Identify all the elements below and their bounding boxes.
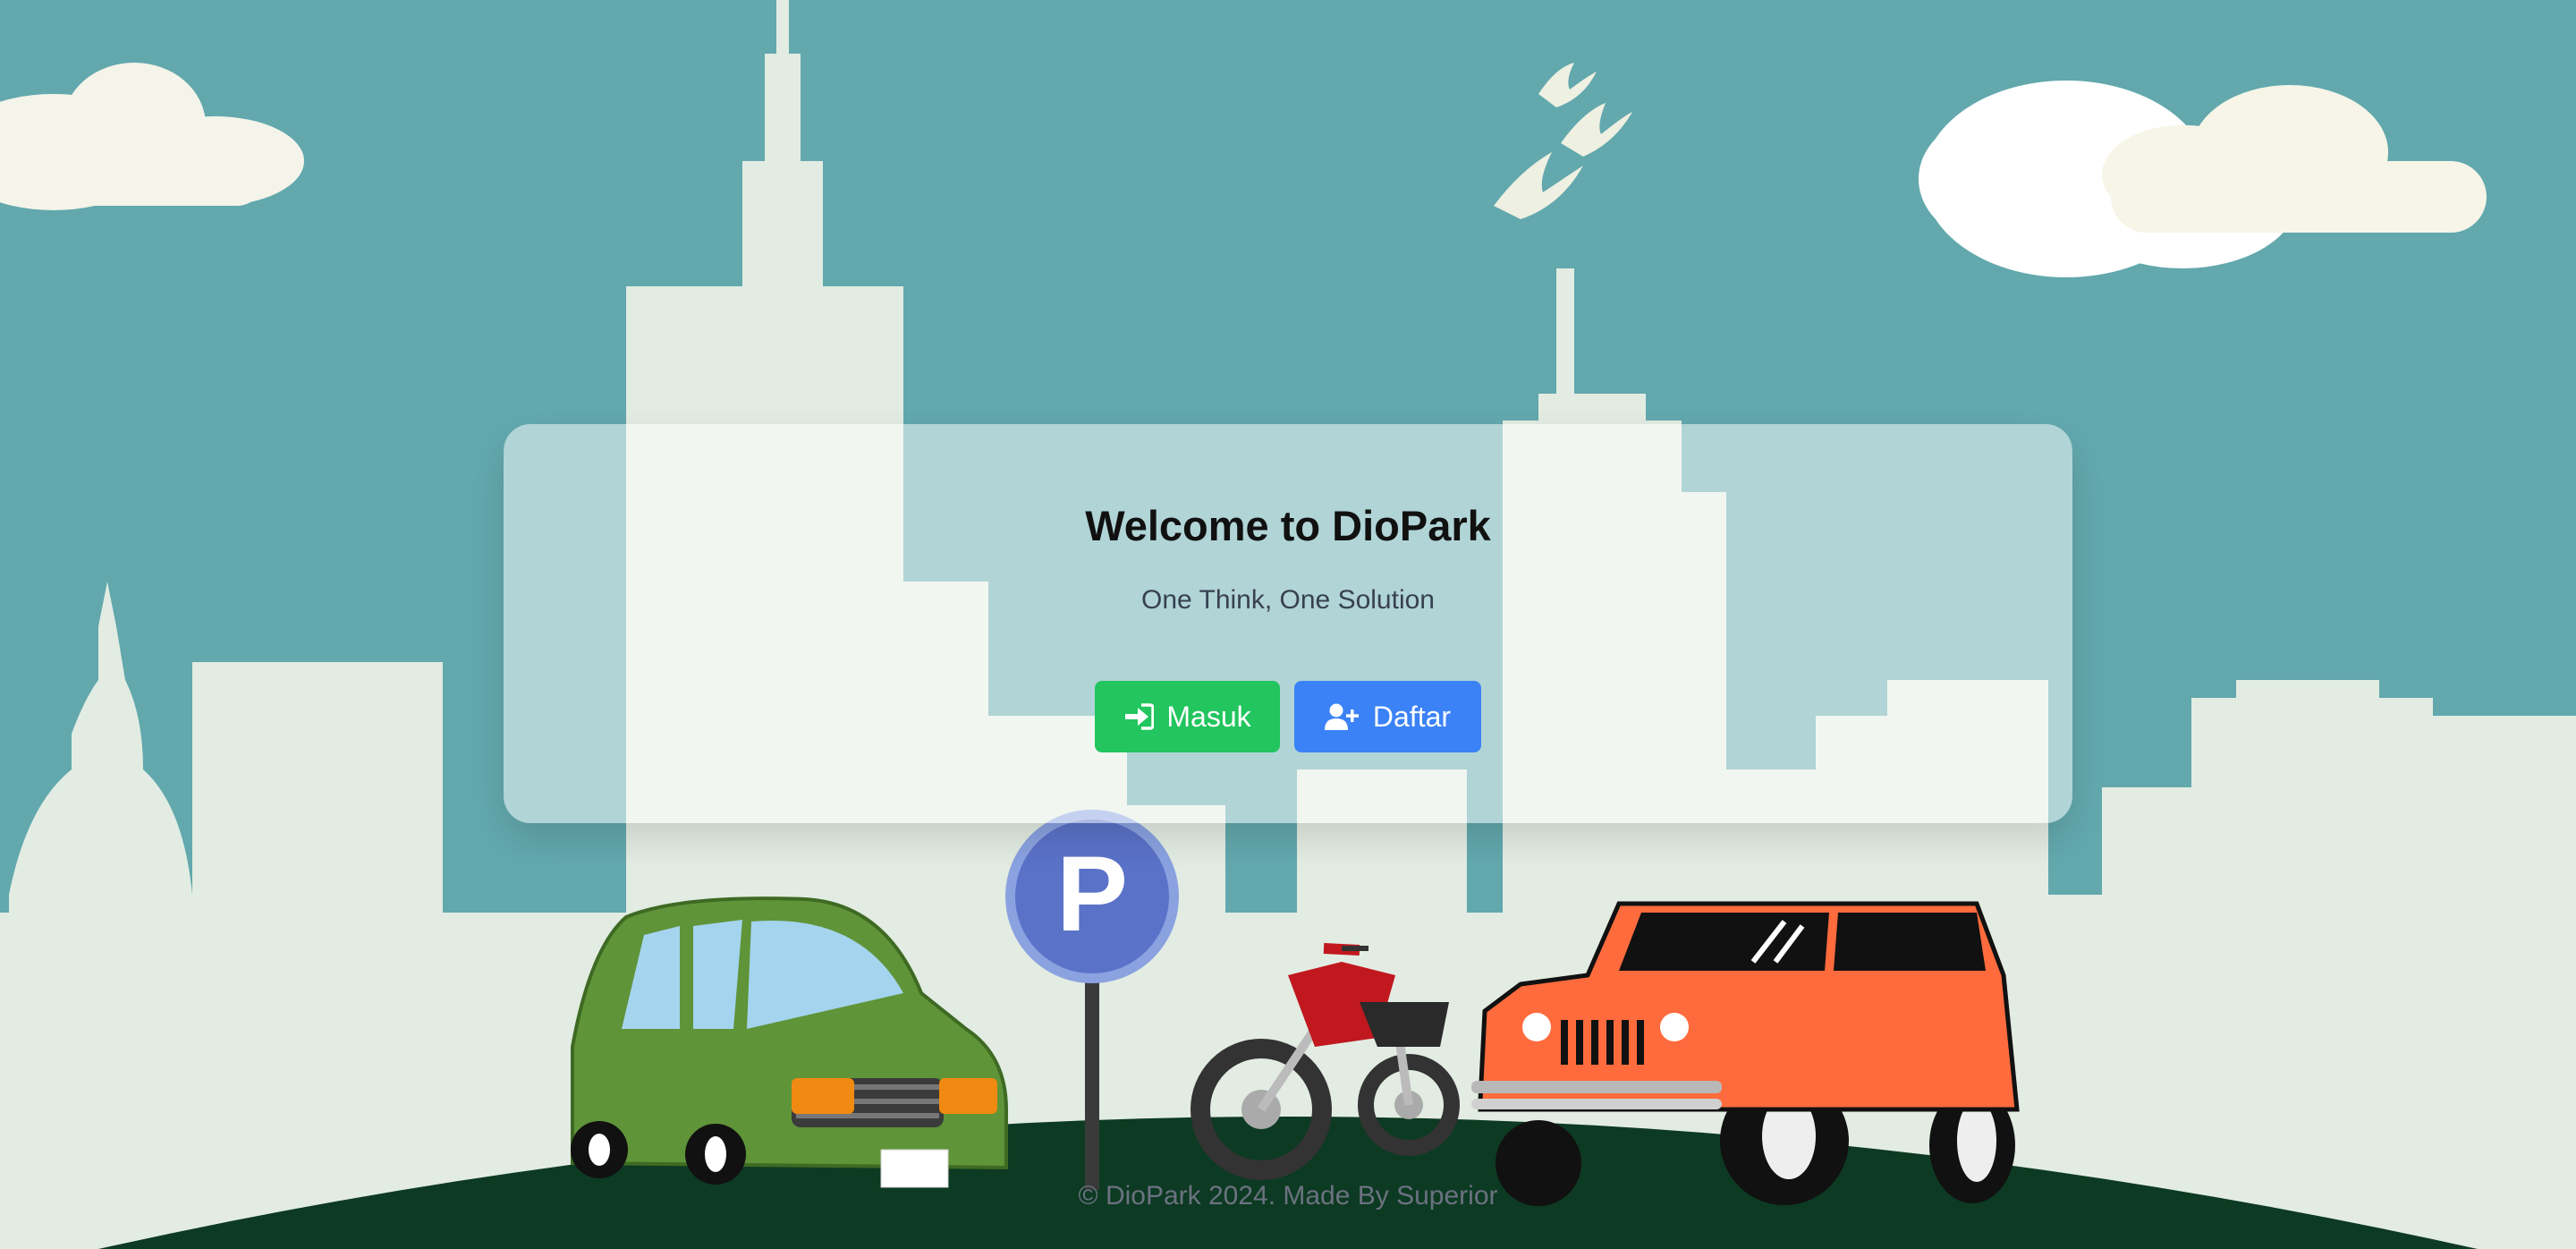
- footer-copyright: © DioPark 2024. Made By Superior: [1078, 1181, 1498, 1211]
- parking-sign-letter: P: [1056, 834, 1128, 954]
- user-plus-icon: [1324, 702, 1360, 731]
- page-title: Welcome to DioPark: [1085, 502, 1491, 549]
- welcome-card: Welcome to DioPark One Think, One Soluti…: [504, 424, 2072, 823]
- login-button[interactable]: Masuk: [1095, 681, 1280, 752]
- register-button-label: Daftar: [1372, 700, 1452, 733]
- register-button[interactable]: Daftar: [1294, 681, 1481, 752]
- login-button-label: Masuk: [1166, 700, 1251, 733]
- tagline: One Think, One Solution: [1141, 585, 1435, 615]
- sign-in-icon: [1123, 703, 1155, 730]
